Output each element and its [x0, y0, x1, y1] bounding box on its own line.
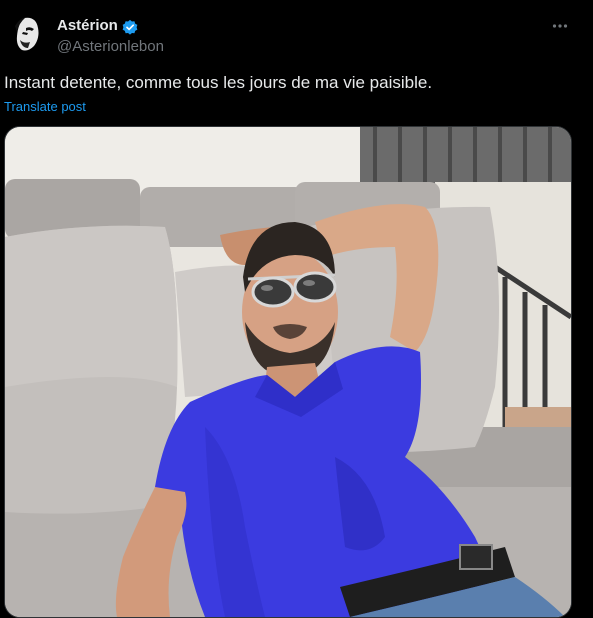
avatar[interactable] — [6, 12, 48, 54]
more-options-icon[interactable] — [549, 15, 571, 37]
avatar-image — [6, 12, 48, 54]
verified-badge-icon — [121, 18, 139, 36]
author-handle[interactable]: @Asterionlebon — [57, 38, 164, 55]
author-name[interactable]: Astérion — [57, 17, 118, 34]
translate-post-link[interactable]: Translate post — [4, 99, 86, 114]
post-image[interactable] — [4, 126, 572, 618]
post-text: Instant detente, comme tous les jours de… — [4, 73, 433, 92]
photo-man-on-sofa — [5, 127, 571, 617]
